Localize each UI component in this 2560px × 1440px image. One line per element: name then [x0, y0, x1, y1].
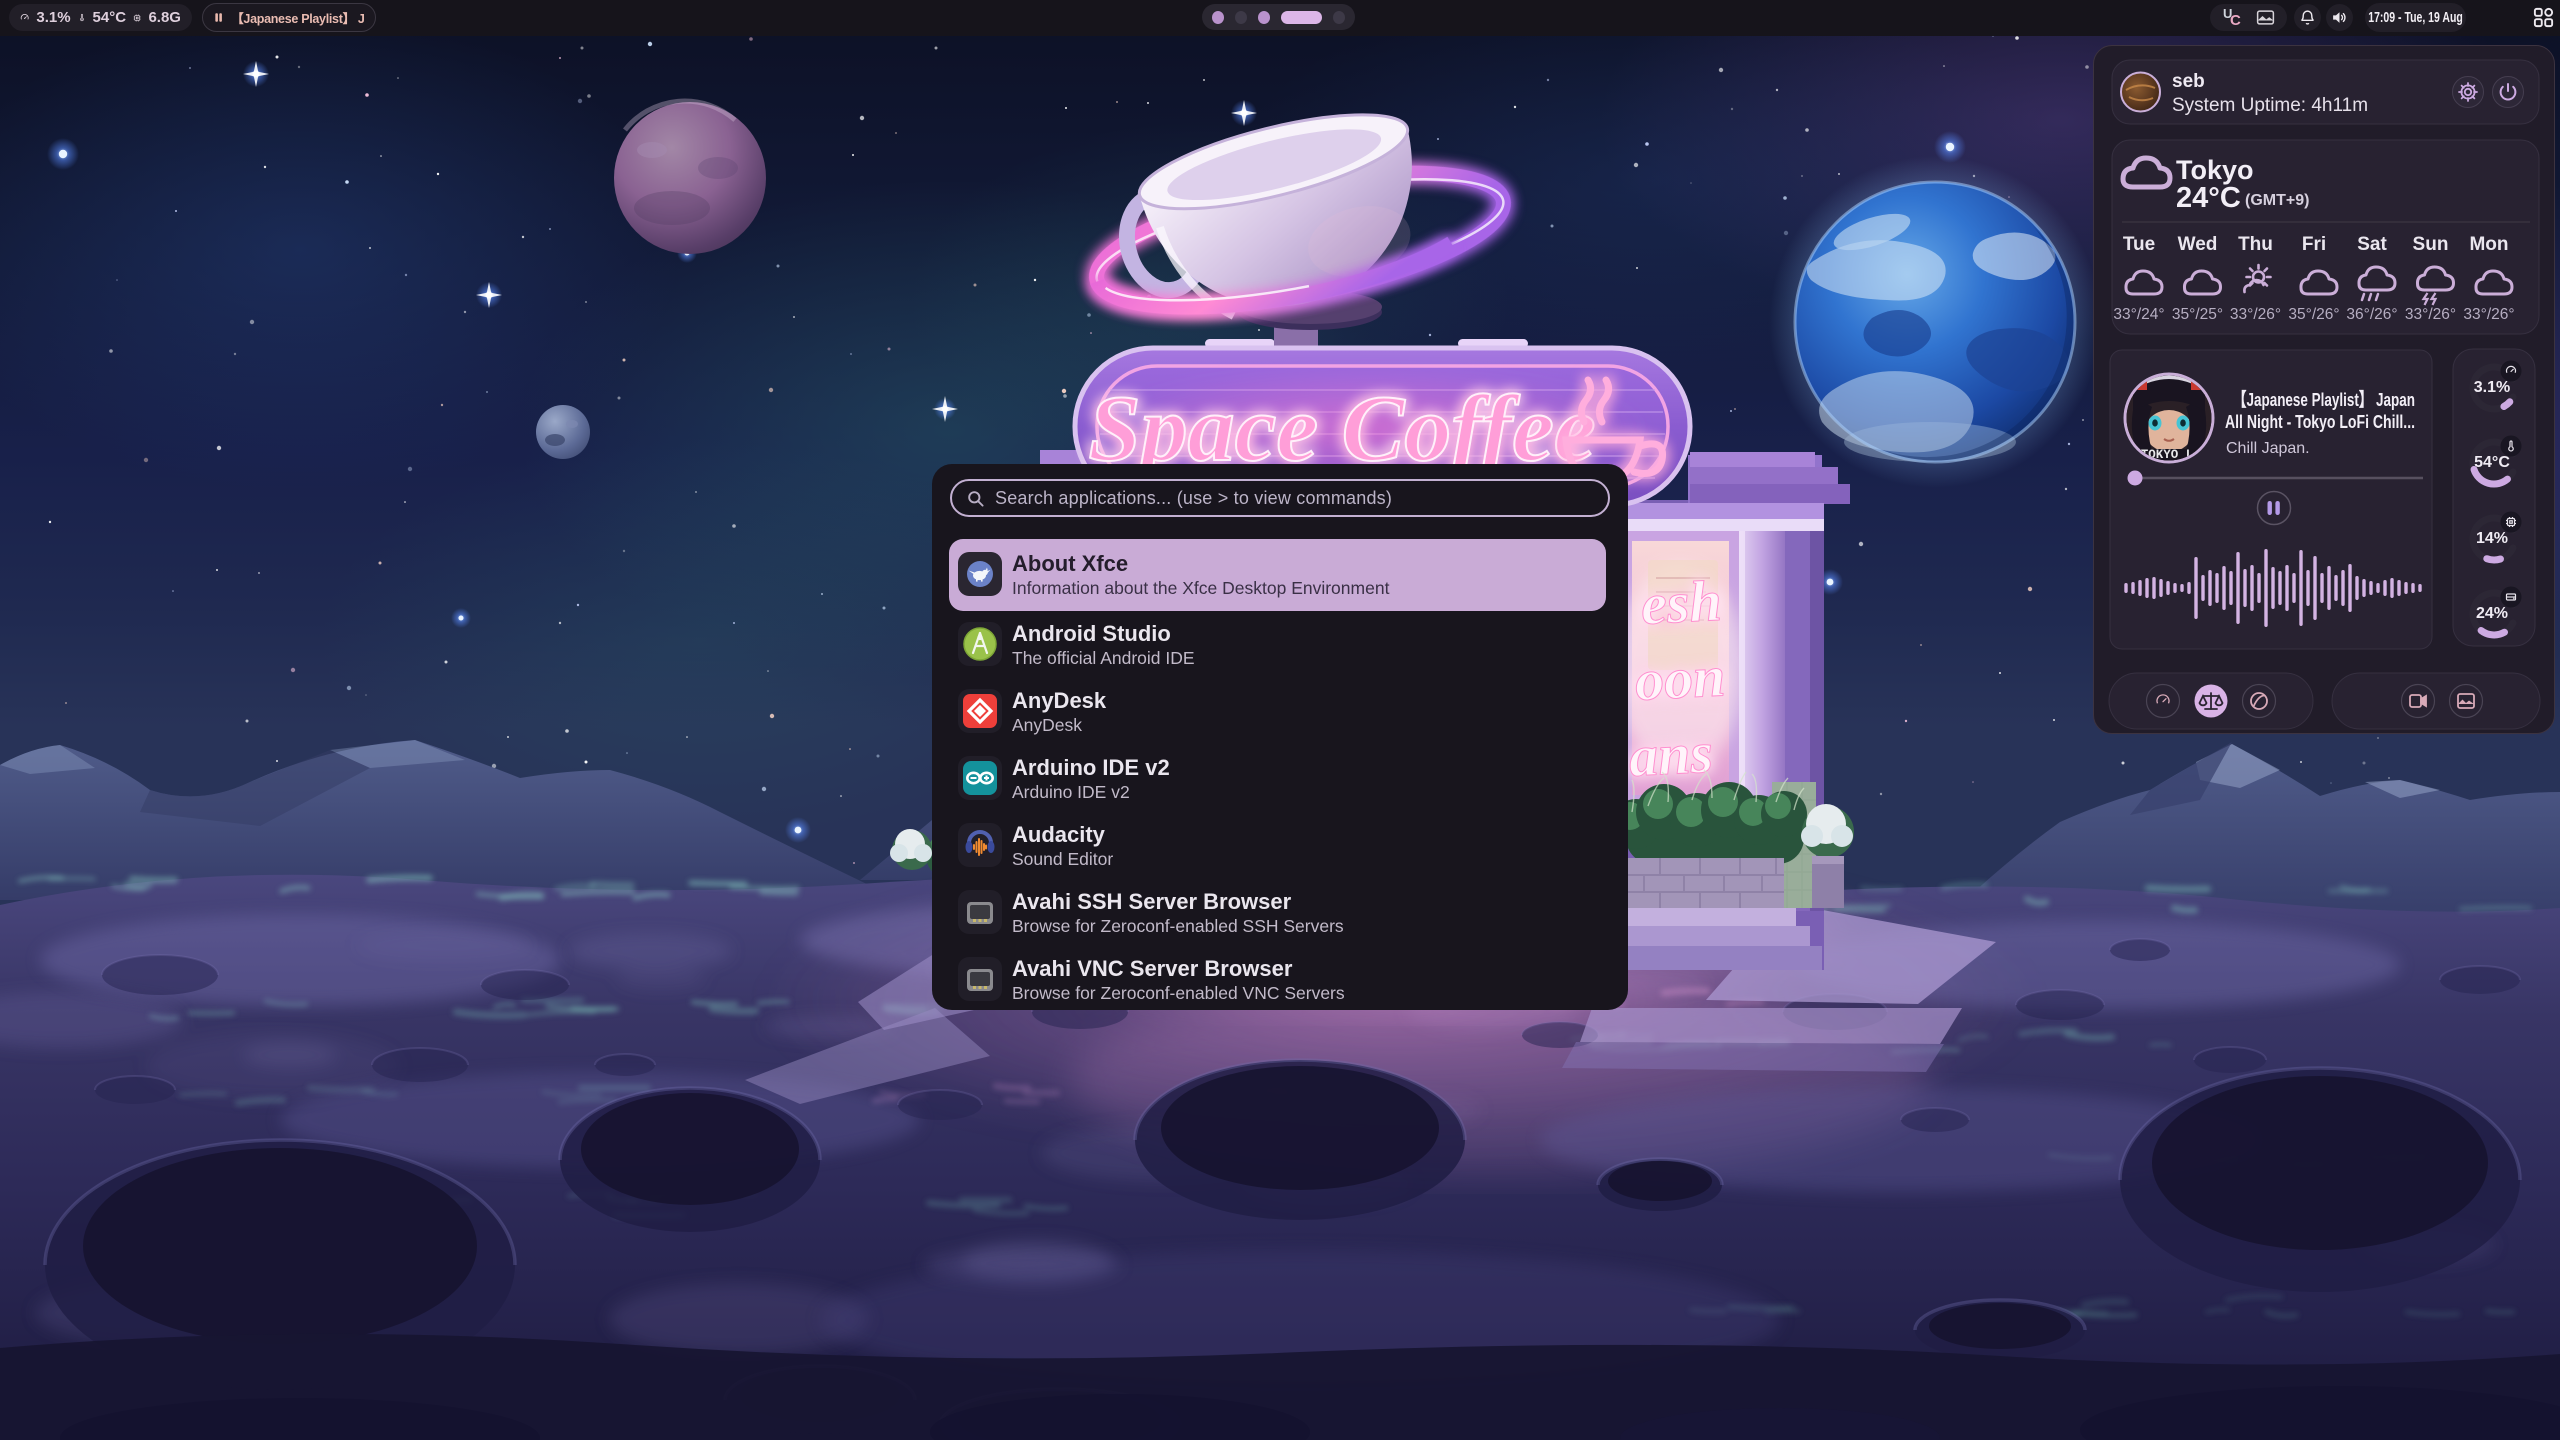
svg-text:oon: oon [1633, 643, 1727, 713]
svg-text:esh: esh [1639, 568, 1723, 637]
